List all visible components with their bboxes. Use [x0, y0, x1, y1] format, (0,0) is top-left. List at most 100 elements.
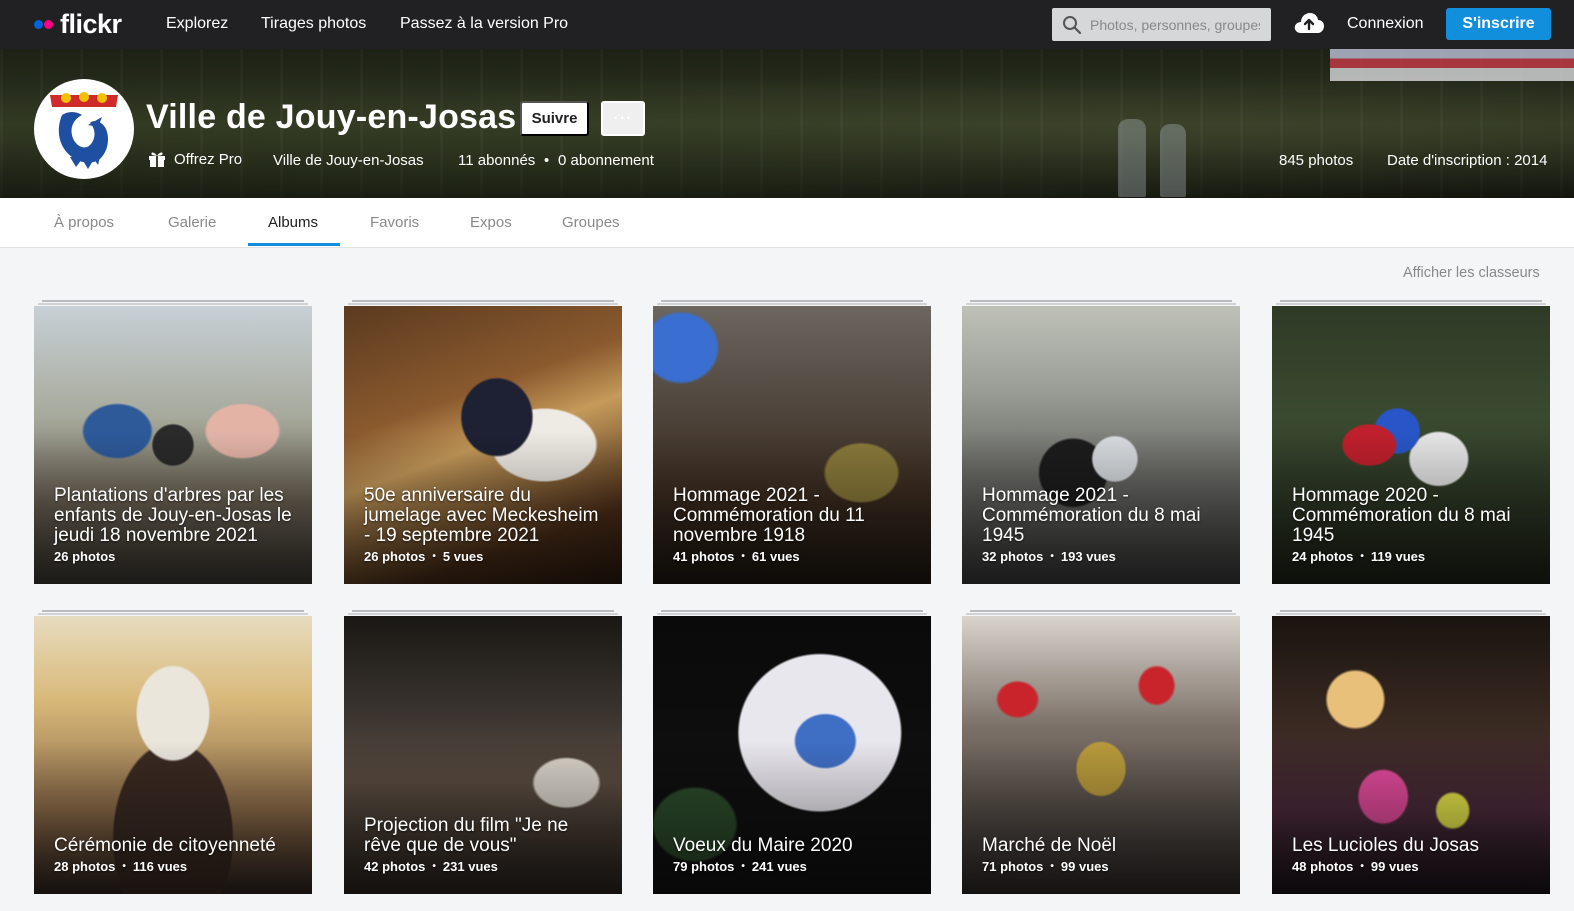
- album-count-separator: •: [122, 861, 126, 872]
- upload-cloud-icon[interactable]: [1293, 11, 1325, 35]
- tab-albums[interactable]: Albums: [268, 214, 318, 231]
- album-info: Projection du film "Je ne rêve que de vo…: [364, 816, 608, 875]
- album-info: Hommage 2021 - Commémoration du 11 novem…: [673, 485, 917, 565]
- album-count-separator: •: [741, 551, 745, 562]
- profile-tabs: À propos Galerie Albums Favoris Expos Gr…: [0, 198, 1574, 248]
- album-photo-count: 42 photos: [364, 859, 426, 874]
- album-info: Voeux du Maire 2020 79 photos • 241 vues: [673, 835, 917, 875]
- login-link[interactable]: Connexion: [1347, 15, 1424, 33]
- follow-button[interactable]: Suivre: [520, 101, 589, 136]
- album-count-separator: •: [741, 861, 745, 872]
- album-view-count: 61 vues: [751, 549, 800, 564]
- signup-button[interactable]: S'inscrire: [1446, 8, 1551, 40]
- album-photo-count: 28 photos: [54, 859, 116, 874]
- album-title: Voeux du Maire 2020: [673, 835, 853, 856]
- album-info: Hommage 2020 - Commémoration du 8 mai 19…: [1292, 485, 1536, 565]
- album-title: Hommage 2021 - Commémoration du 8 mai 19…: [982, 485, 1201, 546]
- more-options-button[interactable]: ···: [601, 101, 645, 136]
- album-photo-count: 32 photos: [982, 549, 1044, 564]
- nav-go-pro[interactable]: Passez à la version Pro: [400, 15, 568, 33]
- nav-prints[interactable]: Tirages photos: [261, 15, 366, 33]
- album-view-count: 116 vues: [132, 859, 188, 874]
- album-card[interactable]: Les Lucioles du Josas 48 photos • 99 vues: [1272, 616, 1550, 894]
- album-card[interactable]: Cérémonie de citoyenneté 28 photos • 116 vu…: [34, 616, 312, 894]
- album-title: Hommage 2021 - Commémoration du 11 novem…: [673, 485, 865, 546]
- join-date: Date d'inscription : 2014: [1387, 152, 1548, 169]
- cover-photo: Ville de Jouy-en-Josas Suivre ··· Offrez…: [0, 49, 1574, 198]
- album-view-count: 119 vues: [1370, 549, 1426, 564]
- album-view-count: 231 vues: [442, 859, 498, 874]
- album-title: Hommage 2020 - Commémoration du 8 mai 19…: [1292, 485, 1511, 546]
- album-counts: 32 photos • 193 vues: [982, 549, 1226, 564]
- album-counts: 28 photos • 116 vues: [54, 859, 298, 874]
- search-icon: [1063, 15, 1082, 34]
- profile-name: Ville de Jouy-en-Josas: [146, 98, 517, 136]
- logo-blue-dot: [34, 19, 43, 29]
- active-tab-indicator: [248, 243, 340, 246]
- album-photo-count: 48 photos: [1292, 859, 1354, 874]
- album-title: Cérémonie de citoyenneté: [54, 835, 276, 856]
- album-photo-count: 26 photos: [54, 549, 116, 564]
- tab-expos[interactable]: Expos: [470, 214, 512, 231]
- album-count-separator: •: [1050, 861, 1054, 872]
- album-photo-count: 41 photos: [673, 549, 735, 564]
- flickr-logo[interactable]: flickr: [34, 8, 122, 39]
- gift-icon: [149, 152, 165, 167]
- album-card[interactable]: Plantations d'arbres par les enfants de …: [34, 306, 312, 584]
- album-view-count: 193 vues: [1060, 549, 1116, 564]
- offer-pro-link[interactable]: Offrez Pro: [148, 150, 242, 168]
- album-view-count: 5 vues: [442, 549, 484, 564]
- followers-link[interactable]: 11 abonnés: [458, 152, 535, 169]
- album-counts: 26 photos: [54, 549, 298, 564]
- tab-about[interactable]: À propos: [54, 214, 114, 231]
- album-card[interactable]: Projection du film "Je ne rêve que de vo…: [344, 616, 622, 894]
- album-title: 50e anniversaire du jumelage avec Meckes…: [364, 485, 599, 546]
- album-counts: 41 photos • 61 vues: [673, 549, 917, 564]
- photo-count: 845 photos: [1279, 152, 1354, 169]
- album-info: Marché de Noël 71 photos • 99 vues: [982, 835, 1226, 875]
- tab-favorites[interactable]: Favoris: [370, 214, 419, 231]
- album-photo-count: 24 photos: [1292, 549, 1354, 564]
- following-link[interactable]: 0 abonnement: [558, 152, 654, 169]
- album-card[interactable]: Marché de Noël 71 photos • 99 vues: [962, 616, 1240, 894]
- album-counts: 79 photos • 241 vues: [673, 859, 917, 874]
- album-card[interactable]: 50e anniversaire du jumelage avec Meckes…: [344, 306, 622, 584]
- nav-explore[interactable]: Explorez: [166, 15, 228, 33]
- album-info: Plantations d'arbres par les enfants de …: [54, 485, 298, 565]
- cover-figure: [1160, 124, 1186, 197]
- album-view-count: 241 vues: [751, 859, 807, 874]
- album-card[interactable]: Hommage 2020 - Commémoration du 8 mai 19…: [1272, 306, 1550, 584]
- logo-pink-dot: [44, 19, 53, 29]
- album-info: Cérémonie de citoyenneté 28 photos • 116 vu…: [54, 835, 298, 875]
- album-counts: 26 photos • 5 vues: [364, 549, 608, 564]
- cover-flag: [1330, 49, 1574, 81]
- album-counts: 24 photos • 119 vues: [1292, 549, 1536, 564]
- logo-wordmark: flickr: [60, 8, 122, 39]
- album-photo-count: 79 photos: [673, 859, 735, 874]
- album-card[interactable]: Hommage 2021 - Commémoration du 11 novem…: [653, 306, 931, 584]
- album-title: Marché de Noël: [982, 835, 1117, 856]
- album-count-separator: •: [1360, 551, 1364, 562]
- cover-figure: [1118, 119, 1146, 197]
- album-count-separator: •: [1050, 551, 1054, 562]
- profile-avatar[interactable]: [34, 79, 134, 179]
- search-input[interactable]: [1090, 16, 1260, 33]
- show-collections-link[interactable]: Afficher les classeurs: [1403, 265, 1540, 281]
- album-counts: 42 photos • 231 vues: [364, 859, 608, 874]
- album-info: Les Lucioles du Josas 48 photos • 99 vues: [1292, 835, 1536, 875]
- town-crest-icon: [36, 81, 132, 177]
- search-box[interactable]: [1052, 8, 1271, 41]
- tab-groups[interactable]: Groupes: [562, 214, 620, 231]
- profile-display-name: Ville de Jouy-en-Josas: [273, 152, 424, 169]
- album-card[interactable]: Hommage 2021 - Commémoration du 8 mai 19…: [962, 306, 1240, 584]
- tab-gallery[interactable]: Galerie: [168, 214, 216, 231]
- top-nav: flickr Explorez Tirages photos Passez à …: [0, 0, 1574, 49]
- meta-separator: •: [544, 152, 550, 169]
- album-count-separator: •: [1360, 861, 1364, 872]
- album-info: 50e anniversaire du jumelage avec Meckes…: [364, 485, 608, 565]
- album-view-count: 99 vues: [1370, 859, 1419, 874]
- album-title: Les Lucioles du Josas: [1292, 835, 1479, 856]
- offer-pro-label: Offrez Pro: [174, 150, 243, 168]
- album-card[interactable]: Voeux du Maire 2020 79 photos • 241 vues: [653, 616, 931, 894]
- album-title: Plantations d'arbres par les enfants de …: [54, 485, 292, 546]
